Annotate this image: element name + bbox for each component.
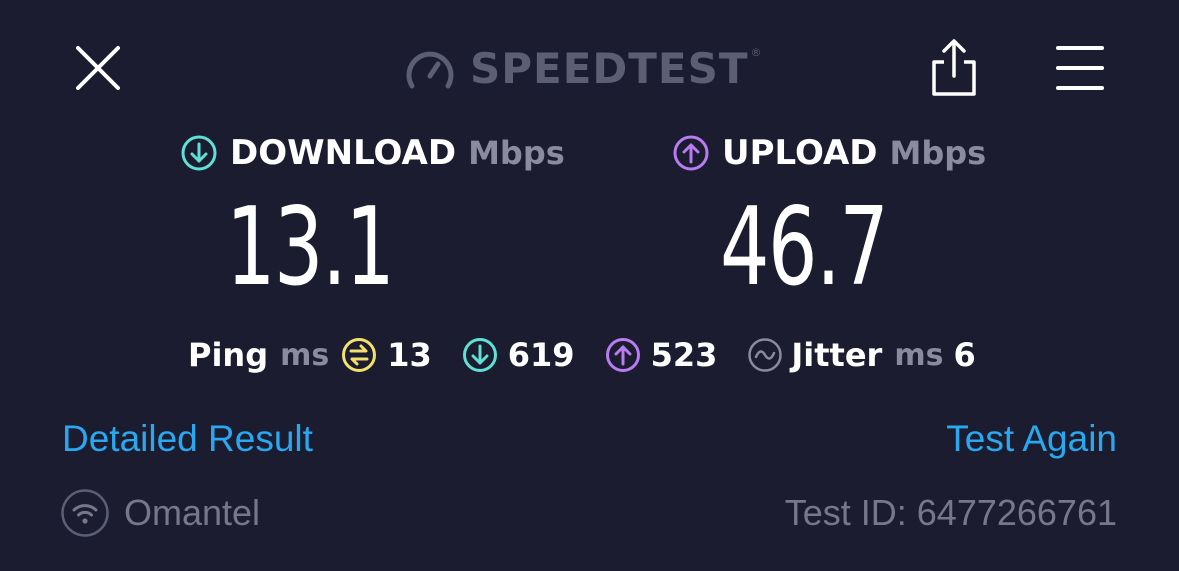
download-title: DOWNLOAD <box>230 133 457 173</box>
jitter-icon <box>748 338 783 372</box>
idle-ping-icon <box>342 338 377 372</box>
upload-ping-value: 523 <box>650 336 718 374</box>
provider-info: Omantel <box>60 488 260 538</box>
ping-label: Ping <box>188 336 269 374</box>
close-button[interactable] <box>70 40 126 96</box>
upload-header: UPLOAD Mbps <box>672 130 986 176</box>
wifi-icon <box>61 489 109 537</box>
download-unit: Mbps <box>468 134 565 172</box>
upload-ping-icon <box>605 338 640 372</box>
share-icon <box>932 39 976 96</box>
upload-speed-value: 46.7 <box>720 185 889 310</box>
ping-unit: ms <box>280 337 330 373</box>
menu-icon <box>1056 46 1104 90</box>
upload-title: UPLOAD <box>722 133 878 173</box>
ping-row: Ping ms 13 619 523 Jitter ms 6 <box>188 332 976 378</box>
speedtest-logo: SPEEDTEST ® <box>404 42 762 96</box>
brand-registered-mark: ® <box>750 46 762 59</box>
detailed-result-link[interactable]: Detailed Result <box>62 418 313 460</box>
download-arrow-icon <box>181 135 217 171</box>
download-speed-value: 13.1 <box>226 185 395 310</box>
upload-unit: Mbps <box>889 134 987 172</box>
download-header: DOWNLOAD Mbps <box>180 130 565 176</box>
share-button[interactable] <box>924 36 984 100</box>
jitter-unit: ms <box>894 337 944 373</box>
menu-button[interactable] <box>1052 40 1108 96</box>
jitter-label: Jitter <box>791 336 883 374</box>
download-ping-icon <box>462 338 497 372</box>
idle-ping-value: 13 <box>387 336 432 374</box>
test-again-link[interactable]: Test Again <box>946 418 1117 460</box>
jitter-value: 6 <box>953 336 976 374</box>
upload-arrow-icon <box>673 135 709 171</box>
test-id: Test ID: 6477266761 <box>784 492 1117 533</box>
brand-name: SPEEDTEST <box>470 44 749 93</box>
download-ping-value: 619 <box>507 336 575 374</box>
provider-name: Omantel <box>124 492 261 533</box>
close-icon <box>76 46 120 90</box>
speedometer-icon <box>406 51 454 89</box>
